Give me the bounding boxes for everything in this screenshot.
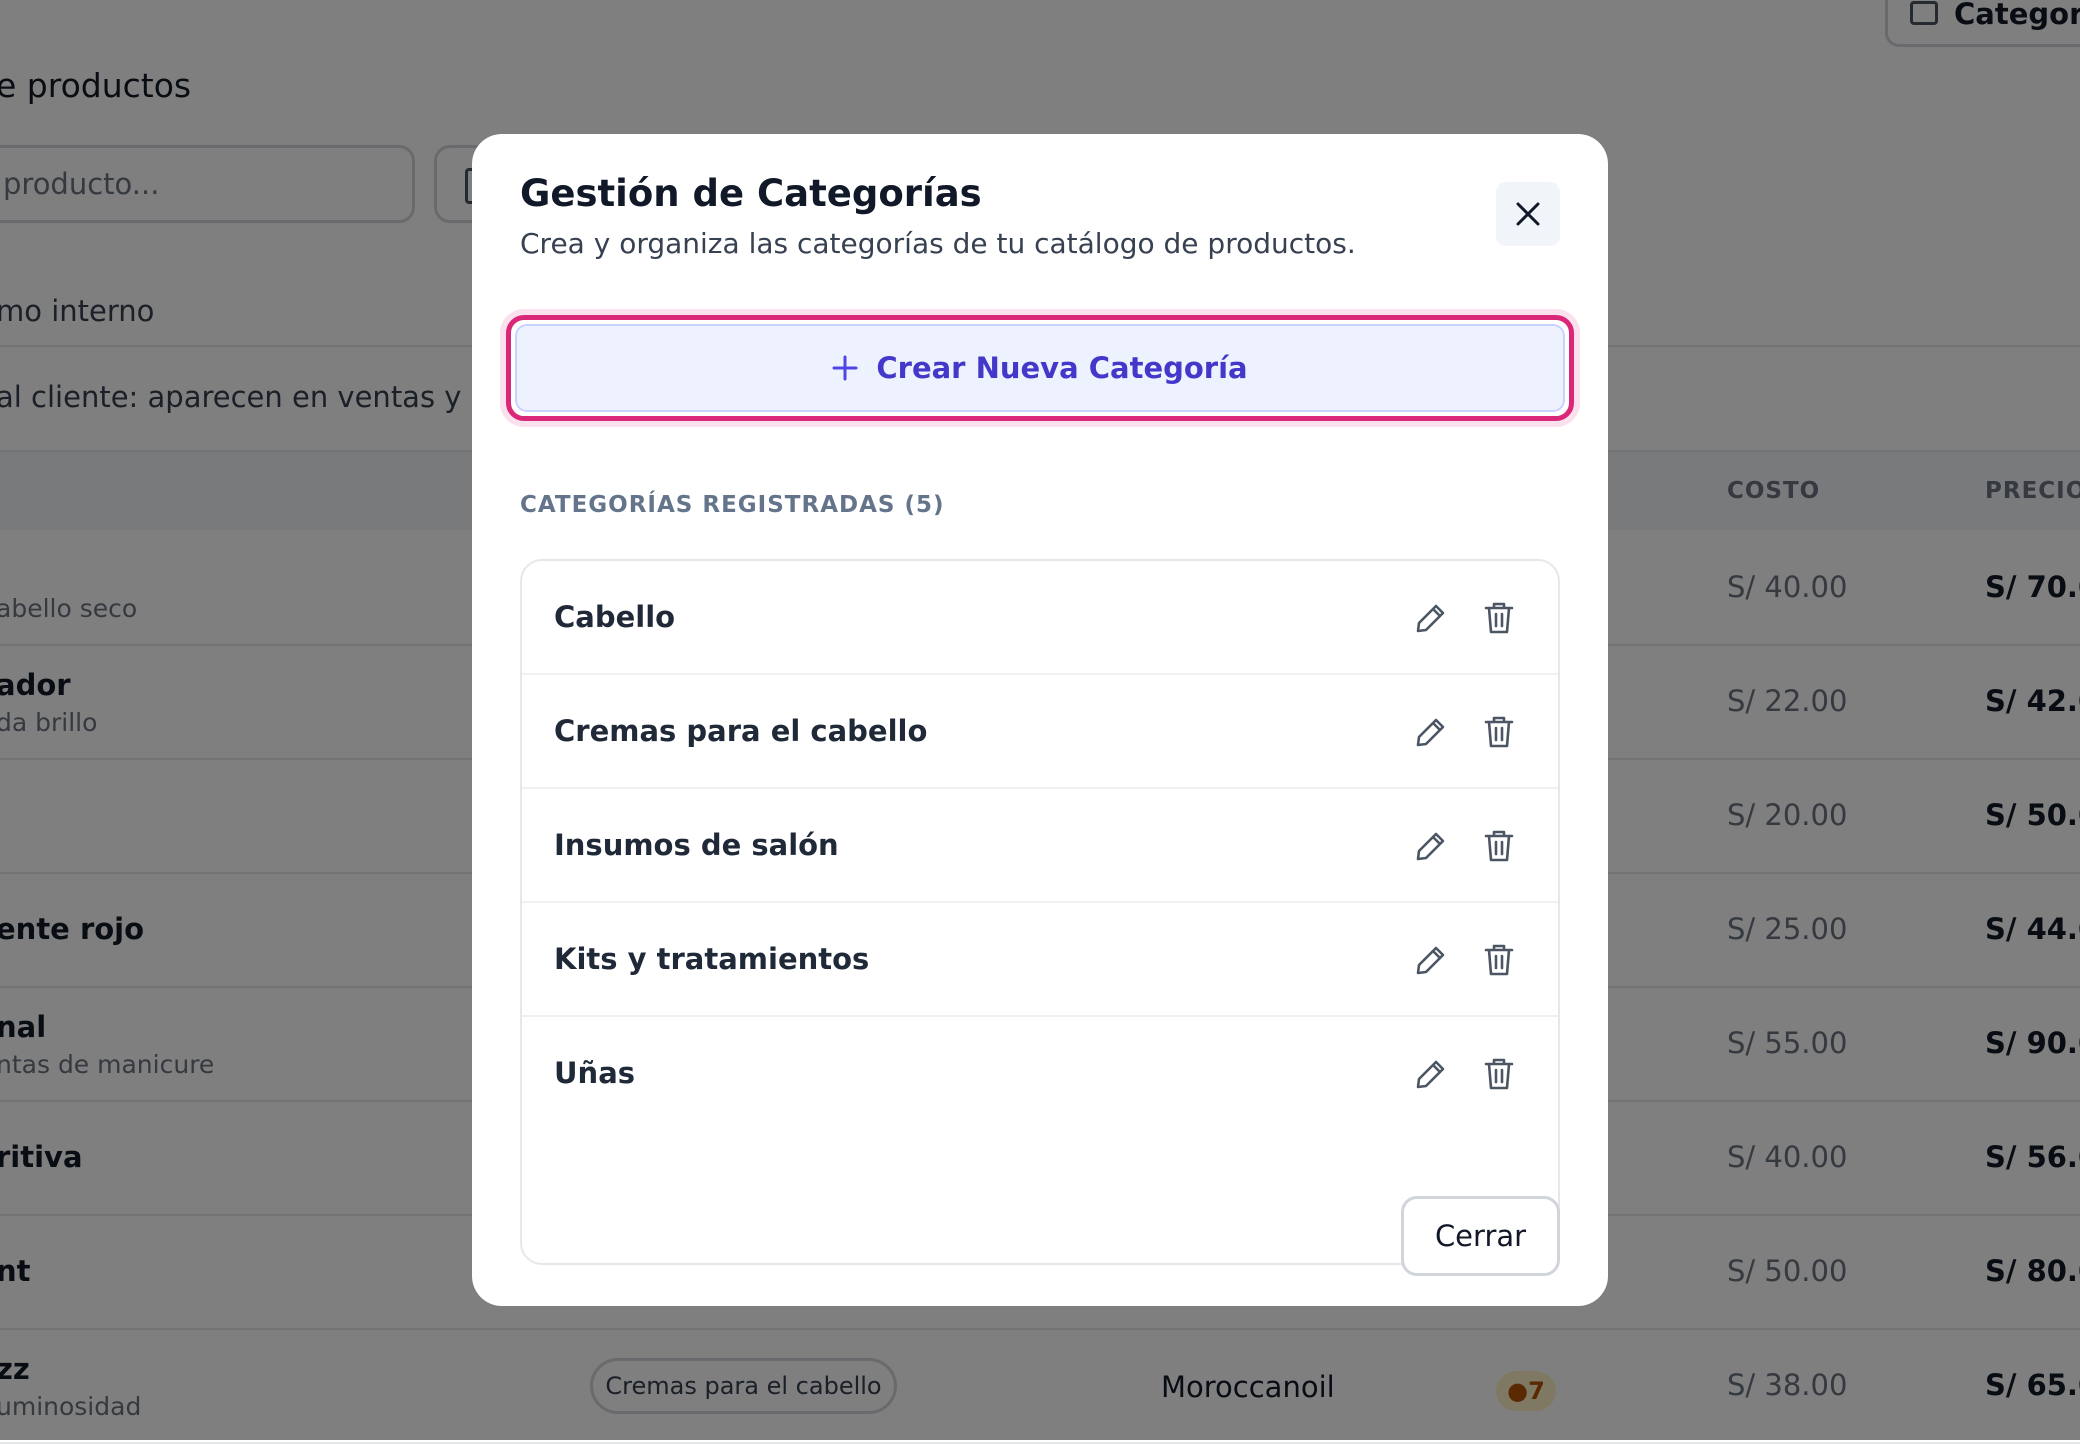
list-item: Uñas — [522, 1017, 1558, 1131]
close-icon — [1516, 202, 1540, 226]
categories-dialog: Gestión de Categorías Crea y organiza la… — [472, 134, 1608, 1306]
pencil-icon[interactable] — [1414, 601, 1448, 635]
trash-icon[interactable] — [1484, 829, 1514, 863]
create-button-focus-outline: Crear Nueva Categoría — [506, 315, 1574, 421]
pencil-icon[interactable] — [1414, 943, 1448, 977]
close-button[interactable] — [1496, 182, 1560, 246]
category-name: Cabello — [554, 600, 676, 634]
category-name: Insumos de salón — [554, 828, 839, 862]
dialog-title: Gestión de Categorías — [520, 172, 982, 215]
category-name: Uñas — [554, 1056, 636, 1090]
pencil-icon[interactable] — [1414, 1057, 1448, 1091]
dialog-subtitle: Crea y organiza las categorías de tu cat… — [520, 227, 1356, 260]
create-category-label: Crear Nueva Categoría — [876, 351, 1248, 385]
close-dialog-button[interactable]: Cerrar — [1401, 1196, 1560, 1276]
trash-icon[interactable] — [1484, 943, 1514, 977]
pencil-icon[interactable] — [1414, 715, 1448, 749]
list-item: Kits y tratamientos — [522, 903, 1558, 1017]
category-list: Cabello Cremas para el cabello Insumos d… — [520, 559, 1560, 1265]
category-name: Cremas para el cabello — [554, 714, 928, 748]
create-button-focus-ring: Crear Nueva Categoría — [500, 309, 1580, 427]
list-item: Insumos de salón — [522, 789, 1558, 903]
category-name: Kits y tratamientos — [554, 942, 870, 976]
trash-icon[interactable] — [1484, 601, 1514, 635]
trash-icon[interactable] — [1484, 1057, 1514, 1091]
list-item: Cremas para el cabello — [522, 675, 1558, 789]
list-item: Cabello — [522, 561, 1558, 675]
section-label: CATEGORÍAS REGISTRADAS (5) — [520, 492, 945, 518]
pencil-icon[interactable] — [1414, 829, 1448, 863]
trash-icon[interactable] — [1484, 715, 1514, 749]
plus-icon — [832, 355, 858, 381]
create-category-button[interactable]: Crear Nueva Categoría — [515, 324, 1565, 412]
